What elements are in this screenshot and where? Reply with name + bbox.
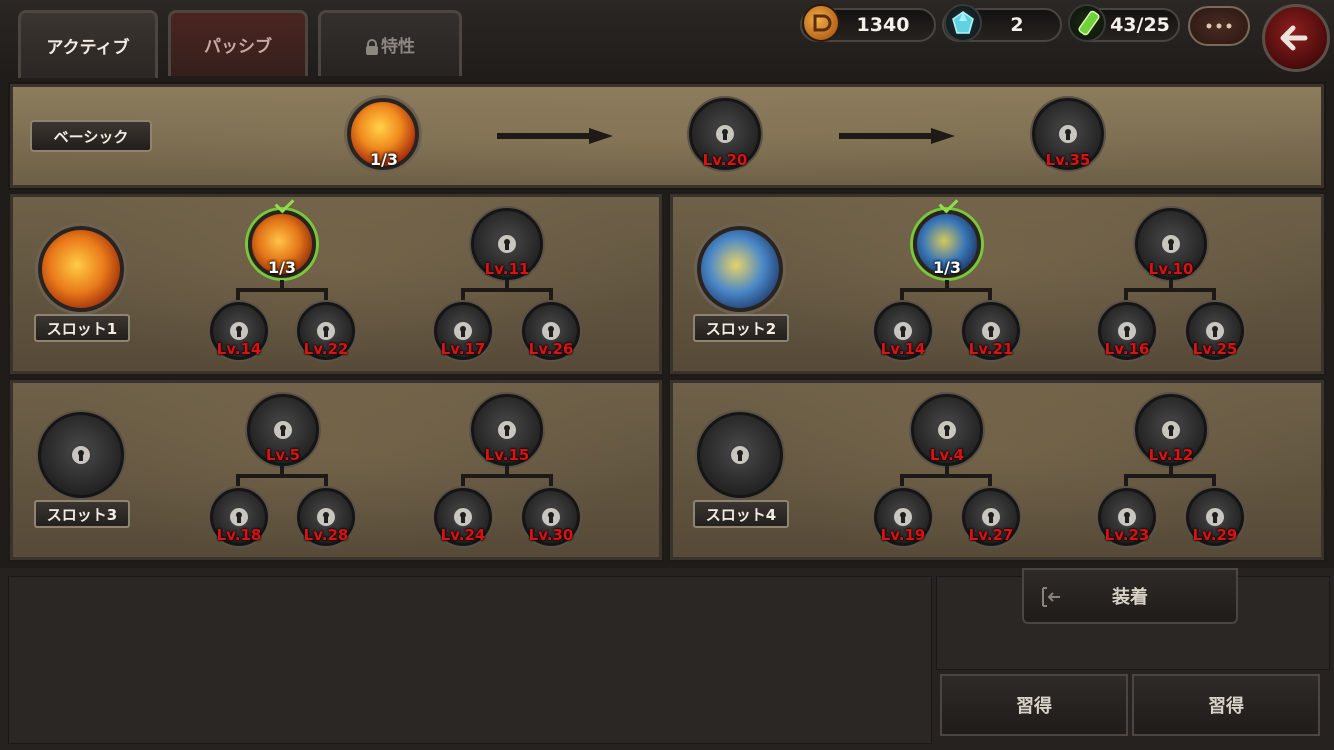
- tab-active-label: アクティブ: [46, 38, 130, 58]
- slot-3-label-text: スロット3: [46, 505, 118, 524]
- skill-description-panel: [8, 576, 932, 744]
- lock-icon: [980, 506, 1002, 528]
- learn-label-2: 習得: [1208, 696, 1244, 717]
- lock-icon: [980, 320, 1002, 342]
- slot-3-branch-2-level: Lv.15: [484, 446, 530, 464]
- slot-2-branch-2-level: Lv.10: [1148, 260, 1194, 278]
- equip-label: 装着: [1112, 587, 1148, 608]
- slot-3-node-1b-level: Lv.28: [303, 526, 349, 544]
- slot-2-label-text: スロット2: [705, 319, 777, 338]
- lock-icon: [496, 233, 518, 255]
- slot-2-node-1a-level: Lv.14: [880, 340, 926, 358]
- slot-1-skill-icon[interactable]: [38, 226, 124, 312]
- coin-value: 1340: [856, 14, 910, 36]
- slot-3-node-2b-level: Lv.30: [528, 526, 574, 544]
- lock-icon: [1204, 320, 1226, 342]
- slot-4-node-2a-level: Lv.23: [1104, 526, 1150, 544]
- basic-skill-count: 1/3: [369, 150, 399, 169]
- lock-icon: [892, 320, 914, 342]
- basic-panel: [8, 82, 1326, 190]
- slot-2-label: スロット2: [693, 314, 789, 342]
- slot-4-branch-2-level: Lv.12: [1148, 446, 1194, 464]
- lock-icon: [936, 419, 958, 441]
- lock-icon: [1116, 506, 1138, 528]
- lock-icon: [540, 320, 562, 342]
- slot-4-node-1a-level: Lv.19: [880, 526, 926, 544]
- lock-icon: [272, 419, 294, 441]
- lock-icon: [315, 506, 337, 528]
- lock-icon: [729, 444, 751, 466]
- slot-1-node-1a-level: Lv.14: [216, 340, 262, 358]
- slot-1-label-text: スロット1: [46, 319, 118, 338]
- lock-icon: [496, 419, 518, 441]
- tab-passive[interactable]: パッシブ: [168, 10, 308, 76]
- lock-icon: [452, 506, 474, 528]
- lock-icon: [1160, 419, 1182, 441]
- basic-unlock-level-1: Lv.20: [702, 151, 748, 169]
- slot-2-skill-icon[interactable]: [697, 226, 783, 312]
- lock-icon: [1116, 320, 1138, 342]
- gem-value: 2: [1010, 14, 1024, 36]
- slot-2-node-1b-level: Lv.21: [968, 340, 1014, 358]
- slot-2-node-2b-level: Lv.25: [1192, 340, 1238, 358]
- lock-icon: [540, 506, 562, 528]
- lock-icon: [228, 320, 250, 342]
- slot-3-empty-icon[interactable]: [38, 412, 124, 498]
- slot-1-branch-1-count: 1/3: [267, 258, 297, 277]
- lock-icon: [1057, 123, 1079, 145]
- basic-arrow-1: [497, 128, 617, 144]
- slot-3-label: スロット3: [34, 500, 130, 528]
- tab-active[interactable]: アクティブ: [18, 10, 158, 78]
- slot-4-label-text: スロット4: [705, 505, 777, 524]
- learn-button-1[interactable]: 習得: [940, 674, 1128, 736]
- slot-3-node-2a-level: Lv.24: [440, 526, 486, 544]
- lock-icon: [365, 38, 378, 55]
- slot-4-node-2b-level: Lv.29: [1192, 526, 1238, 544]
- slot-2-branch-1-count: 1/3: [932, 258, 962, 277]
- learn-label-1: 習得: [1016, 696, 1052, 717]
- basic-label: ベーシック: [30, 120, 152, 152]
- slot-4-empty-icon[interactable]: [697, 412, 783, 498]
- slot-1-branch-2-level: Lv.11: [484, 260, 530, 278]
- learn-button-2[interactable]: 習得: [1132, 674, 1320, 736]
- potion-icon: [1068, 4, 1106, 42]
- slot-3-branch-1-level: Lv.5: [265, 446, 301, 464]
- slot-1-node-1b-level: Lv.22: [303, 340, 349, 358]
- equip-arrow-icon: [1038, 584, 1064, 615]
- back-arrow-icon: [1280, 25, 1308, 51]
- lock-icon: [70, 444, 92, 466]
- tab-traits[interactable]: 特性: [318, 10, 462, 76]
- lock-icon: [1204, 506, 1226, 528]
- lock-icon: [714, 123, 736, 145]
- slot-1-node-2b-level: Lv.26: [528, 340, 574, 358]
- basic-label-text: ベーシック: [53, 127, 129, 146]
- slot-4-node-1b-level: Lv.27: [968, 526, 1014, 544]
- stamina-value: 43/25: [1110, 14, 1170, 36]
- basic-arrow-2: [839, 128, 959, 144]
- slot-1-node-2a-level: Lv.17: [440, 340, 486, 358]
- tab-passive-label: パッシブ: [204, 37, 272, 57]
- lock-icon: [1160, 233, 1182, 255]
- chat-icon: [1206, 23, 1232, 29]
- slot-4-branch-1-level: Lv.4: [929, 446, 965, 464]
- coin-icon: [802, 4, 840, 42]
- gem-icon: [944, 4, 982, 42]
- slot-2-node-2a-level: Lv.16: [1104, 340, 1150, 358]
- lock-icon: [228, 506, 250, 528]
- basic-unlock-level-2: Lv.35: [1045, 151, 1091, 169]
- lock-icon: [315, 320, 337, 342]
- chat-button[interactable]: [1188, 6, 1250, 46]
- slot-1-label: スロット1: [34, 314, 130, 342]
- lock-icon: [892, 506, 914, 528]
- lock-icon: [452, 320, 474, 342]
- back-button[interactable]: [1262, 4, 1330, 72]
- equip-button[interactable]: 装着: [1022, 568, 1238, 624]
- slot-3-node-1a-level: Lv.18: [216, 526, 262, 544]
- tab-traits-label: 特性: [381, 37, 415, 57]
- slot-4-label: スロット4: [693, 500, 789, 528]
